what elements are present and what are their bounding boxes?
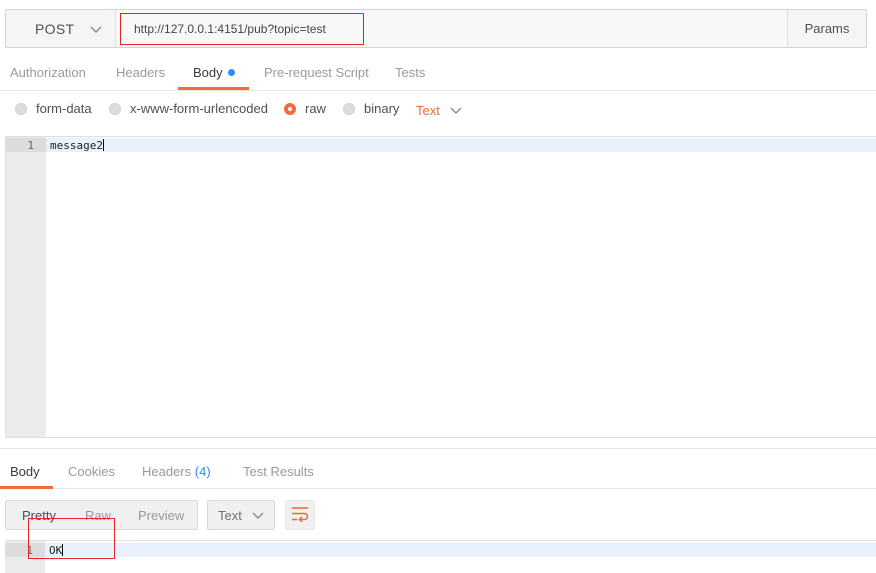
editor-gutter bbox=[6, 137, 46, 437]
response-format-label: Text bbox=[218, 507, 242, 523]
code-text: message2 bbox=[50, 139, 103, 152]
radio-label: x-www-form-urlencoded bbox=[130, 101, 268, 116]
radio-raw[interactable]: raw bbox=[284, 101, 326, 116]
view-pretty-button[interactable]: Pretty bbox=[22, 508, 56, 523]
response-tab-body[interactable]: Body bbox=[10, 464, 40, 479]
response-tab-headers[interactable]: Headers (4) bbox=[142, 464, 211, 479]
radio-binary[interactable]: binary bbox=[343, 101, 399, 116]
response-tabs: Body Cookies Headers (4) Test Results bbox=[0, 455, 876, 489]
url-text: http://127.0.0.1:4151/pub?topic=test bbox=[134, 21, 326, 36]
text-cursor bbox=[62, 544, 64, 556]
view-preview-button[interactable]: Preview bbox=[138, 508, 184, 523]
url-input[interactable]: http://127.0.0.1:4151/pub?topic=test bbox=[117, 10, 787, 47]
view-mode-segment: Pretty Raw Preview bbox=[5, 500, 198, 530]
wrap-lines-icon bbox=[291, 506, 309, 525]
response-body-viewer[interactable]: 1 OK bbox=[5, 540, 876, 573]
params-label: Params bbox=[804, 21, 850, 36]
method-label: POST bbox=[35, 20, 75, 37]
view-raw-button[interactable]: Raw bbox=[85, 508, 111, 523]
request-tabs: Authorization Headers Body Pre-request S… bbox=[0, 59, 876, 91]
code-line: message2 bbox=[50, 139, 104, 152]
radio-label: binary bbox=[364, 101, 400, 116]
method-select[interactable]: POST bbox=[6, 10, 116, 47]
raw-format-dropdown[interactable]: Text bbox=[416, 103, 462, 118]
response-tab-headers-label: Headers bbox=[142, 464, 192, 479]
radio-label: form-data bbox=[36, 101, 92, 116]
tab-body[interactable]: Body bbox=[193, 65, 235, 80]
headers-count: (4) bbox=[194, 464, 211, 479]
request-bar: POST http://127.0.0.1:4151/pub?topic=tes… bbox=[5, 9, 867, 48]
response-format-dropdown[interactable]: Text bbox=[207, 500, 275, 530]
radio-circle-icon bbox=[109, 102, 121, 115]
params-button[interactable]: Params bbox=[787, 10, 866, 47]
tab-headers[interactable]: Headers bbox=[116, 65, 165, 80]
raw-format-label: Text bbox=[416, 103, 440, 118]
line-number: 1 bbox=[27, 139, 34, 152]
panel-divider bbox=[0, 448, 876, 449]
radio-form-data[interactable]: form-data bbox=[15, 101, 92, 116]
response-active-line-highlight bbox=[5, 543, 876, 557]
response-tab-cookies[interactable]: Cookies bbox=[68, 464, 115, 479]
text-cursor bbox=[102, 139, 104, 151]
radio-circle-icon bbox=[343, 102, 355, 115]
active-tab-indicator bbox=[178, 87, 249, 90]
body-type-options: form-data x-www-form-urlencoded raw bina… bbox=[0, 96, 876, 124]
active-line-highlight bbox=[6, 138, 876, 152]
radio-label: raw bbox=[305, 101, 326, 116]
chevron-down-icon bbox=[90, 21, 102, 37]
radio-circle-icon bbox=[15, 102, 27, 115]
request-body-editor[interactable]: 1 message2 bbox=[5, 136, 876, 438]
radio-selected-icon bbox=[284, 102, 296, 115]
line-number: 1 bbox=[26, 544, 33, 557]
modified-dot-icon bbox=[227, 69, 235, 76]
chevron-down-icon bbox=[450, 103, 462, 118]
tab-authorization[interactable]: Authorization bbox=[10, 65, 86, 80]
response-tab-test-results[interactable]: Test Results bbox=[243, 464, 314, 479]
tab-body-label: Body bbox=[193, 65, 223, 80]
radio-x-www-form-urlencoded[interactable]: x-www-form-urlencoded bbox=[109, 101, 268, 116]
tab-tests[interactable]: Tests bbox=[395, 65, 425, 80]
response-code-line: OK bbox=[49, 544, 64, 557]
wrap-lines-button[interactable] bbox=[285, 500, 315, 530]
tab-pre-request-script[interactable]: Pre-request Script bbox=[264, 65, 369, 80]
response-text: OK bbox=[49, 544, 63, 557]
chevron-down-icon bbox=[252, 508, 264, 523]
active-response-tab-indicator bbox=[0, 486, 53, 489]
